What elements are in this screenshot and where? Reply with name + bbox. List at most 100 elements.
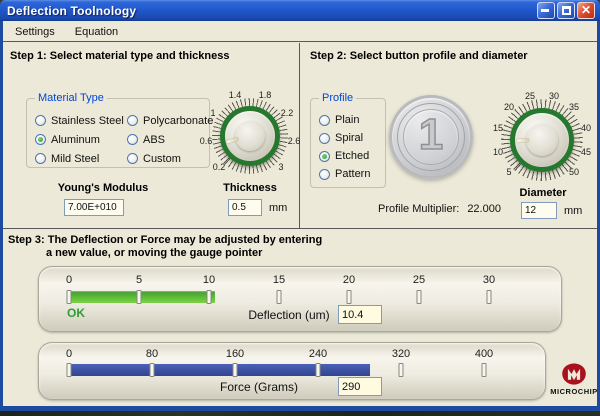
knob-tick-label: 30 (549, 91, 559, 101)
radio-custom[interactable]: Custom (127, 149, 213, 168)
gauge-tick-label: 10 (203, 274, 215, 286)
knob-tick-label: 50 (569, 167, 579, 177)
gauge-tick-label: 160 (226, 348, 244, 360)
knob-tick-label: 15 (493, 123, 503, 133)
gauge-tick-label: 80 (146, 348, 158, 360)
profile-multiplier-value: 22.000 (467, 203, 501, 215)
radio-label: Pattern (335, 168, 370, 180)
profile-legend: Profile (319, 92, 356, 104)
step1-title: Step 1: Select material type and thickne… (10, 50, 229, 62)
deflection-gauge: 0 5 10 15 20 25 30 OK Deflection (um) (38, 266, 562, 332)
radio-spiral[interactable]: Spiral (319, 129, 383, 147)
knob-tick-label: 45 (581, 147, 591, 157)
force-input[interactable] (338, 377, 382, 396)
gauge-tick-label: 400 (475, 348, 493, 360)
gauge-tick (316, 363, 321, 377)
gauge-tick (487, 290, 492, 304)
knob-tick-label: 25 (525, 91, 535, 101)
radio-label: Spiral (335, 132, 363, 144)
microchip-m-icon (561, 362, 587, 386)
radio-indicator (127, 134, 138, 145)
deflection-input[interactable] (338, 305, 382, 324)
gauge-tick-label: 30 (483, 274, 495, 286)
step1-panel: Step 1: Select material type and thickne… (3, 43, 300, 229)
knob-tick-label: 2.2 (281, 108, 294, 118)
gauge-tick-label: 25 (413, 274, 425, 286)
force-gauge: 0 80 160 240 320 400 Force (Grams) (38, 342, 546, 400)
knob-tick-label: 40 (581, 123, 591, 133)
knob-tick-label: 35 (569, 102, 579, 112)
gauge-tick (399, 363, 404, 377)
gauge-tick (207, 290, 212, 304)
radio-indicator (35, 115, 46, 126)
knob-tick-label: 0.2 (213, 162, 226, 172)
radio-label: Mild Steel (51, 153, 99, 165)
radio-indicator (319, 151, 330, 162)
radio-indicator (35, 134, 46, 145)
radio-label: Etched (335, 150, 369, 162)
radio-stainless-steel[interactable]: Stainless Steel (35, 111, 127, 130)
material-type-options: Stainless Steel Polycarbonate Aluminum A… (27, 99, 209, 172)
deflection-status: OK (67, 306, 85, 320)
knob-tick-label: 0.6 (200, 136, 213, 146)
material-type-group: Material Type Stainless Steel Polycarbon… (26, 98, 210, 168)
knob-tick-label: 1.8 (259, 90, 272, 100)
app-title: Deflection Toolnology (0, 4, 136, 18)
menu-item-settings[interactable]: Settings (9, 24, 61, 40)
maximize-button[interactable] (557, 2, 575, 19)
diameter-input[interactable] (521, 202, 557, 219)
titlebar[interactable]: Deflection Toolnology ✕ (0, 0, 600, 21)
knob-tick-label: 1.4 (229, 90, 242, 100)
radio-indicator (319, 169, 330, 180)
knob-tick-label: 3 (278, 162, 283, 172)
force-label: Force (Grams) (179, 380, 339, 394)
gauge-tick-label: 0 (66, 274, 72, 286)
gauge-tick (67, 290, 72, 304)
gauge-tick-label: 0 (66, 348, 72, 360)
step3-title-line2: a new value, or moving the gauge pointer (46, 247, 262, 259)
gauge-tick-label: 240 (309, 348, 327, 360)
maximize-icon (562, 6, 571, 15)
knob-pointer[interactable] (517, 139, 529, 143)
radio-mild-steel[interactable]: Mild Steel (35, 149, 127, 168)
radio-indicator (35, 153, 46, 164)
gauge-tick-label: 20 (343, 274, 355, 286)
button-numeral: 1 (392, 110, 470, 160)
radio-aluminum[interactable]: Aluminum (35, 130, 127, 149)
button-preview: 1 (389, 95, 473, 179)
diameter-knob[interactable]: 5 10 15 20 25 30 35 40 45 50 (494, 92, 590, 188)
gauge-tick (233, 363, 238, 377)
diameter-label: Diameter (503, 187, 583, 199)
gauge-tick (67, 363, 72, 377)
step3-title-line1: Step 3: The Deflection or Force may be a… (8, 234, 322, 246)
radio-etched[interactable]: Etched (319, 147, 383, 165)
force-bar[interactable] (67, 364, 370, 376)
material-type-legend: Material Type (35, 92, 107, 104)
close-icon: ✕ (578, 3, 594, 18)
gauge-tick-label: 15 (273, 274, 285, 286)
gauge-tick (347, 290, 352, 304)
youngs-modulus-label: Young's Modulus (43, 182, 163, 194)
gauge-tick (277, 290, 282, 304)
menu-item-equation[interactable]: Equation (69, 24, 124, 40)
knob-pointer[interactable] (227, 138, 239, 144)
knob-tick-label: 2.6 (288, 136, 301, 146)
menubar: Settings Equation (3, 22, 597, 42)
radio-pattern[interactable]: Pattern (319, 165, 383, 183)
knob-tick-label: 20 (504, 102, 514, 112)
radio-label: Custom (143, 153, 181, 165)
taskbar-sliver (0, 411, 600, 416)
close-button[interactable]: ✕ (577, 2, 595, 19)
thickness-label: Thickness (210, 182, 290, 194)
step2-panel: Step 2: Select button profile and diamet… (300, 43, 597, 229)
thickness-knob[interactable]: 0.2 0.6 1 1.4 1.8 2.2 2.6 3 (205, 91, 295, 181)
minimize-button[interactable] (537, 2, 555, 19)
youngs-modulus-input[interactable] (64, 199, 124, 216)
gauge-tick (137, 290, 142, 304)
knob-tick-label: 5 (506, 167, 511, 177)
profile-multiplier: Profile Multiplier:22.000 (378, 203, 501, 215)
radio-plain[interactable]: Plain (319, 111, 383, 129)
gauge-tick (417, 290, 422, 304)
step3-panel: Step 3: The Deflection or Force may be a… (3, 230, 597, 406)
thickness-input[interactable] (228, 199, 262, 216)
